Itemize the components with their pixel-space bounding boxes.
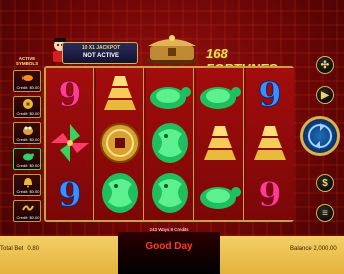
reel-4: [196, 68, 244, 220]
settings-button[interactable]: ✣: [316, 56, 334, 74]
autoplay-button[interactable]: ▶: [316, 86, 334, 104]
status-message: Good Day: [145, 241, 193, 252]
dragon-icon: [22, 205, 34, 211]
jackpot-title: 10 X1 JACKPOT: [81, 45, 121, 51]
spin-button[interactable]: [300, 116, 340, 156]
jade-dragon-symbol: [146, 168, 194, 218]
jade-turtle-symbol: [146, 68, 194, 118]
active-symbol-card: Credit: $0.00: [13, 174, 41, 196]
frog-icon: [23, 126, 33, 135]
svg-text:9: 9: [258, 75, 282, 115]
coin-icon: [23, 99, 33, 109]
svg-text:9: 9: [58, 75, 82, 115]
active-symbol-card: Credit: $0.00: [13, 200, 41, 222]
menu-icon: ≡: [322, 207, 328, 219]
total-bet-display: Total Bet 0.80: [0, 246, 56, 252]
balance-value: 2,000.00: [313, 246, 337, 252]
gold-ingots-symbol: [96, 68, 144, 118]
active-symbol-card: Credit: $0.00: [13, 70, 41, 92]
reel-3: [146, 68, 194, 220]
message-box: [118, 232, 220, 274]
active-symbol-card: Credit: $0.00: [13, 122, 41, 144]
jade-turtle-symbol: [196, 68, 244, 118]
jackpot-panel: 10 X1 JACKPOT NOT ACTIVE: [62, 42, 138, 64]
pinwheel-symbol: [46, 118, 94, 168]
number-9-symbol: 9: [246, 168, 294, 218]
active-symbols-heading: ACTIVE SYMBOLS: [15, 56, 39, 66]
reel-1: 9 9: [46, 68, 94, 220]
menu-button[interactable]: ≡: [316, 204, 334, 222]
balance-display: Balance 2,000.00: [290, 246, 344, 252]
jackpot-status: NOT ACTIVE: [82, 53, 120, 59]
active-symbol-card: Credit: $0.00: [13, 96, 41, 118]
fish-icon: [22, 75, 33, 81]
active-symbols-panel: ACTIVE SYMBOLS Credit: $0.00 Credit: $0.…: [12, 56, 42, 222]
bet-button[interactable]: $: [316, 174, 334, 192]
autoplay-icon: ▶: [321, 89, 329, 101]
symbol-credit: Credit: $0.00: [16, 137, 40, 142]
balance-label: Balance: [290, 246, 312, 252]
gold-ingots-symbol: [196, 118, 244, 168]
jade-turtle-symbol: [196, 168, 244, 218]
active-symbol-card: Credit: $0.00: [13, 148, 41, 170]
settings-icon: ✣: [320, 59, 330, 71]
svg-text:9: 9: [58, 175, 82, 215]
symbol-credit: Credit: $0.00: [16, 215, 40, 220]
game-title: 168 FORTUNES: [206, 46, 277, 76]
symbol-credit: Credit: $0.00: [16, 111, 40, 116]
svg-text:9: 9: [258, 175, 282, 215]
ways-info: 243 Ways 8 Credits: [149, 227, 189, 232]
reel-5: 9 9: [246, 68, 294, 220]
symbol-credit: Credit: $0.00: [16, 85, 40, 90]
symbol-credit: Credit: $0.00: [16, 189, 40, 194]
total-bet-label: Total Bet: [0, 246, 24, 252]
number-9-symbol: 9: [46, 68, 94, 118]
bell-icon: [24, 178, 32, 188]
reel-2: [96, 68, 144, 220]
number-9-symbol: 9: [46, 168, 94, 218]
turtle-icon: [23, 153, 34, 161]
reel-grid: 9 9 9 9: [44, 66, 294, 222]
gold-ingots-symbol: [246, 118, 294, 168]
number-9-symbol: 9: [246, 68, 294, 118]
jade-dragon-symbol: [146, 118, 194, 168]
symbol-credit: Credit: $0.00: [16, 163, 40, 168]
dollar-icon: $: [322, 177, 328, 189]
spin-arrows-icon: [308, 123, 332, 149]
jade-dragon-symbol: [96, 168, 144, 218]
total-bet-value: 0.80: [27, 246, 40, 252]
gold-coin-symbol: [96, 118, 144, 168]
treasure-box-icon: [146, 35, 198, 65]
